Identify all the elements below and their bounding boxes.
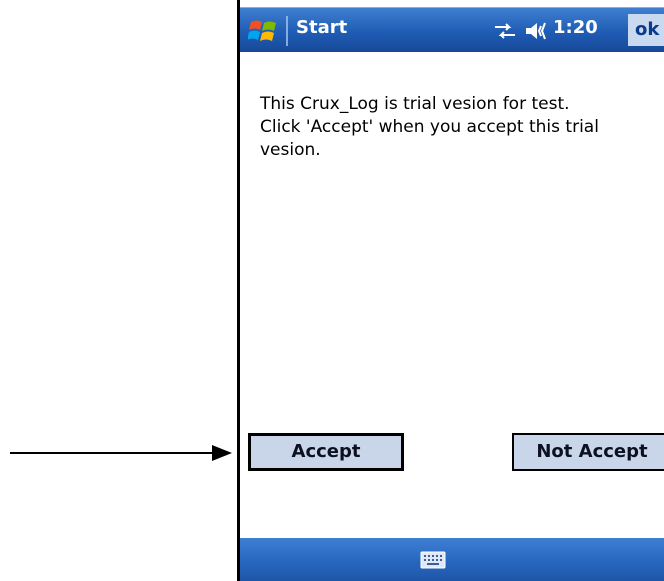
soft-key-bar (240, 538, 664, 581)
keyboard-icon[interactable] (420, 550, 446, 570)
clock-time[interactable]: 1:20 (553, 17, 598, 38)
start-title[interactable]: Start (296, 17, 347, 38)
volume-icon[interactable] (524, 20, 548, 42)
message-line: vesion. (260, 140, 321, 160)
annotation-arrow (10, 445, 232, 461)
connectivity-icon[interactable] (493, 21, 517, 41)
trial-message: This Crux_Log is trial vesion for test. … (260, 93, 664, 162)
ok-button[interactable]: ok (628, 14, 664, 46)
title-bar: Start 1:20 ok (240, 7, 664, 52)
title-separator (286, 16, 288, 46)
message-line: This Crux_Log is trial vesion for test. (260, 94, 570, 114)
accept-button[interactable]: Accept (248, 433, 404, 471)
pocketpc-screen: Start 1:20 ok This Crux_Log is trial ves… (237, 0, 664, 581)
windows-logo-icon[interactable] (248, 18, 278, 44)
message-line: Click 'Accept' when you accept this tria… (260, 117, 599, 137)
not-accept-button[interactable]: Not Accept (512, 433, 664, 471)
